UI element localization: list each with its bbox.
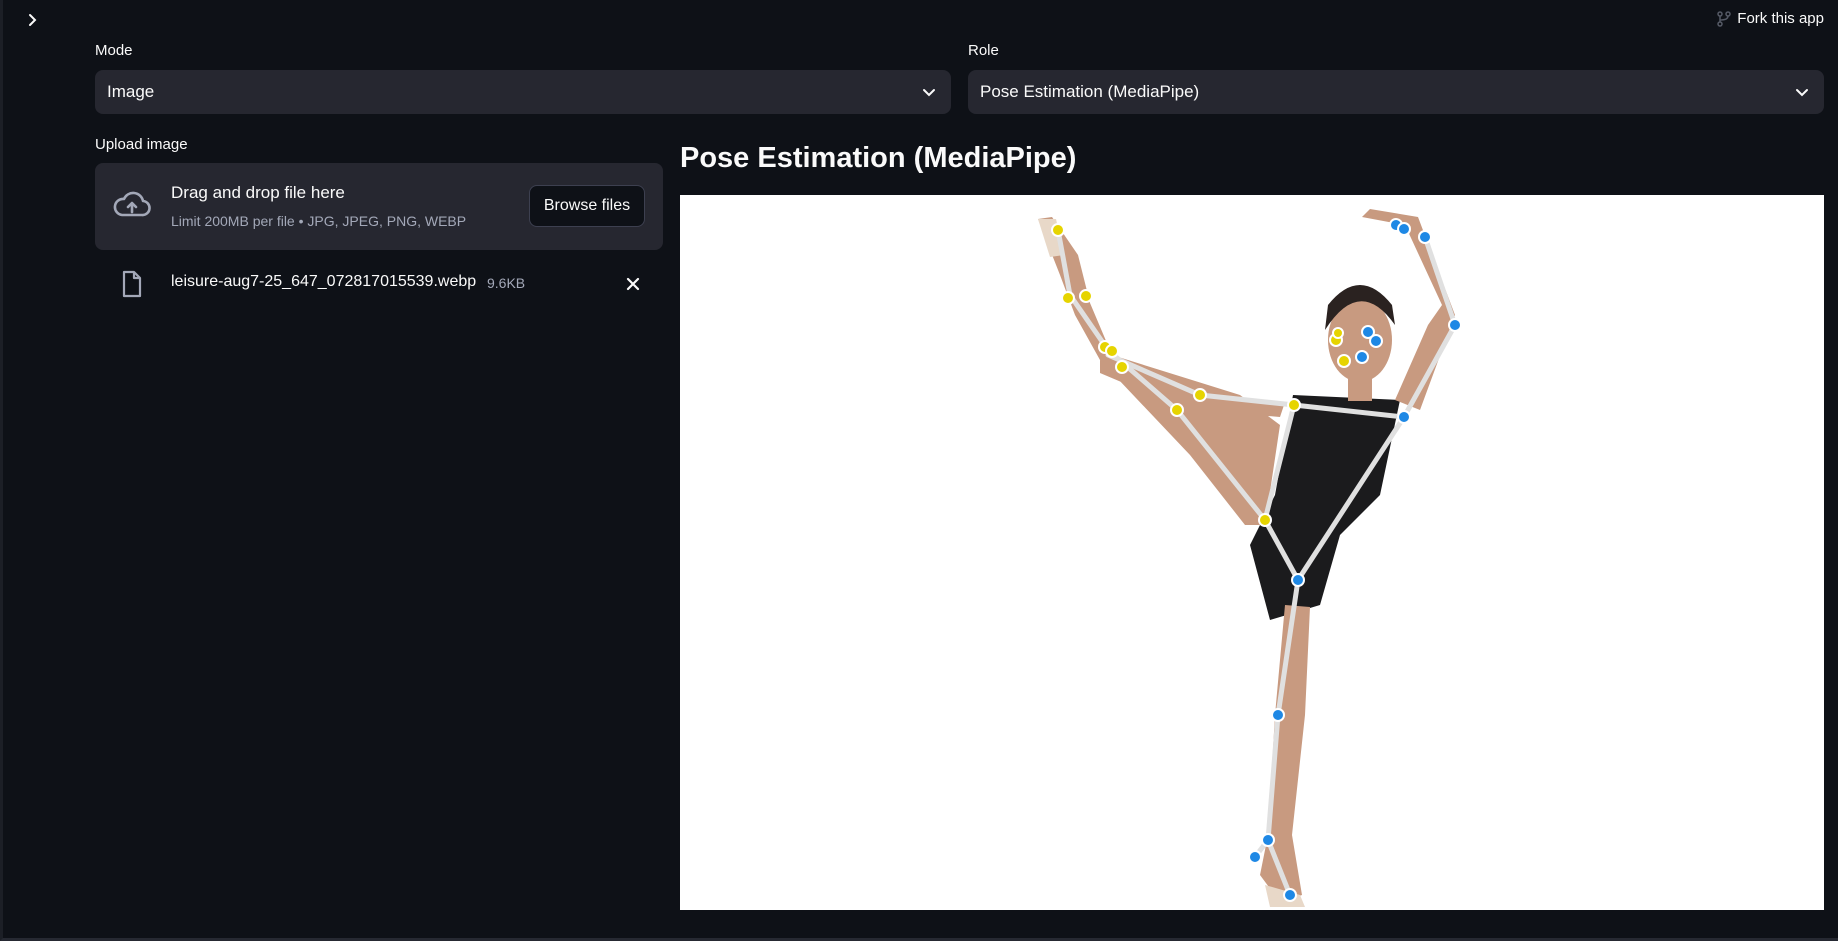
mode-select-value: Image [107,82,155,101]
pose-result-image [680,195,1824,910]
pose-figure [1038,209,1462,907]
upload-label: Upload image [95,136,188,153]
fork-app-button[interactable]: Fork this app [1717,10,1824,27]
app-root: Fork this app Mode Image Role Pose Estim… [0,0,1838,941]
chevron-down-icon [1796,89,1808,97]
file-icon [122,270,142,298]
cloud-upload-icon [113,191,151,217]
file-dropzone[interactable]: Drag and drop file here Limit 200MB per … [95,163,663,250]
fork-icon [1717,10,1732,27]
chevron-right-icon [29,14,37,26]
sidebar-toggle-button[interactable] [23,10,43,30]
uploaded-file-name: leisure-aug7-25_647_072817015539.webp [171,273,477,290]
uploaded-file-row: leisure-aug7-25_647_072817015539.webp 9.… [95,266,663,302]
uploaded-file-size: 9.6KB [487,275,526,291]
mode-label: Mode [95,42,133,59]
dropzone-title: Drag and drop file here [171,183,345,202]
chevron-down-icon [923,89,935,97]
role-select[interactable]: Pose Estimation (MediaPipe) [968,70,1824,114]
dropzone-hint: Limit 200MB per file • JPG, JPEG, PNG, W… [171,213,467,229]
role-select-value: Pose Estimation (MediaPipe) [980,82,1200,101]
fork-label: Fork this app [1737,10,1824,27]
dancer-silhouette [1038,209,1455,907]
role-label: Role [968,42,999,59]
result-title: Pose Estimation (MediaPipe) [680,142,1077,174]
mode-select[interactable]: Image [95,70,951,114]
browse-files-button[interactable]: Browse files [529,185,645,227]
close-icon[interactable] [625,276,641,292]
